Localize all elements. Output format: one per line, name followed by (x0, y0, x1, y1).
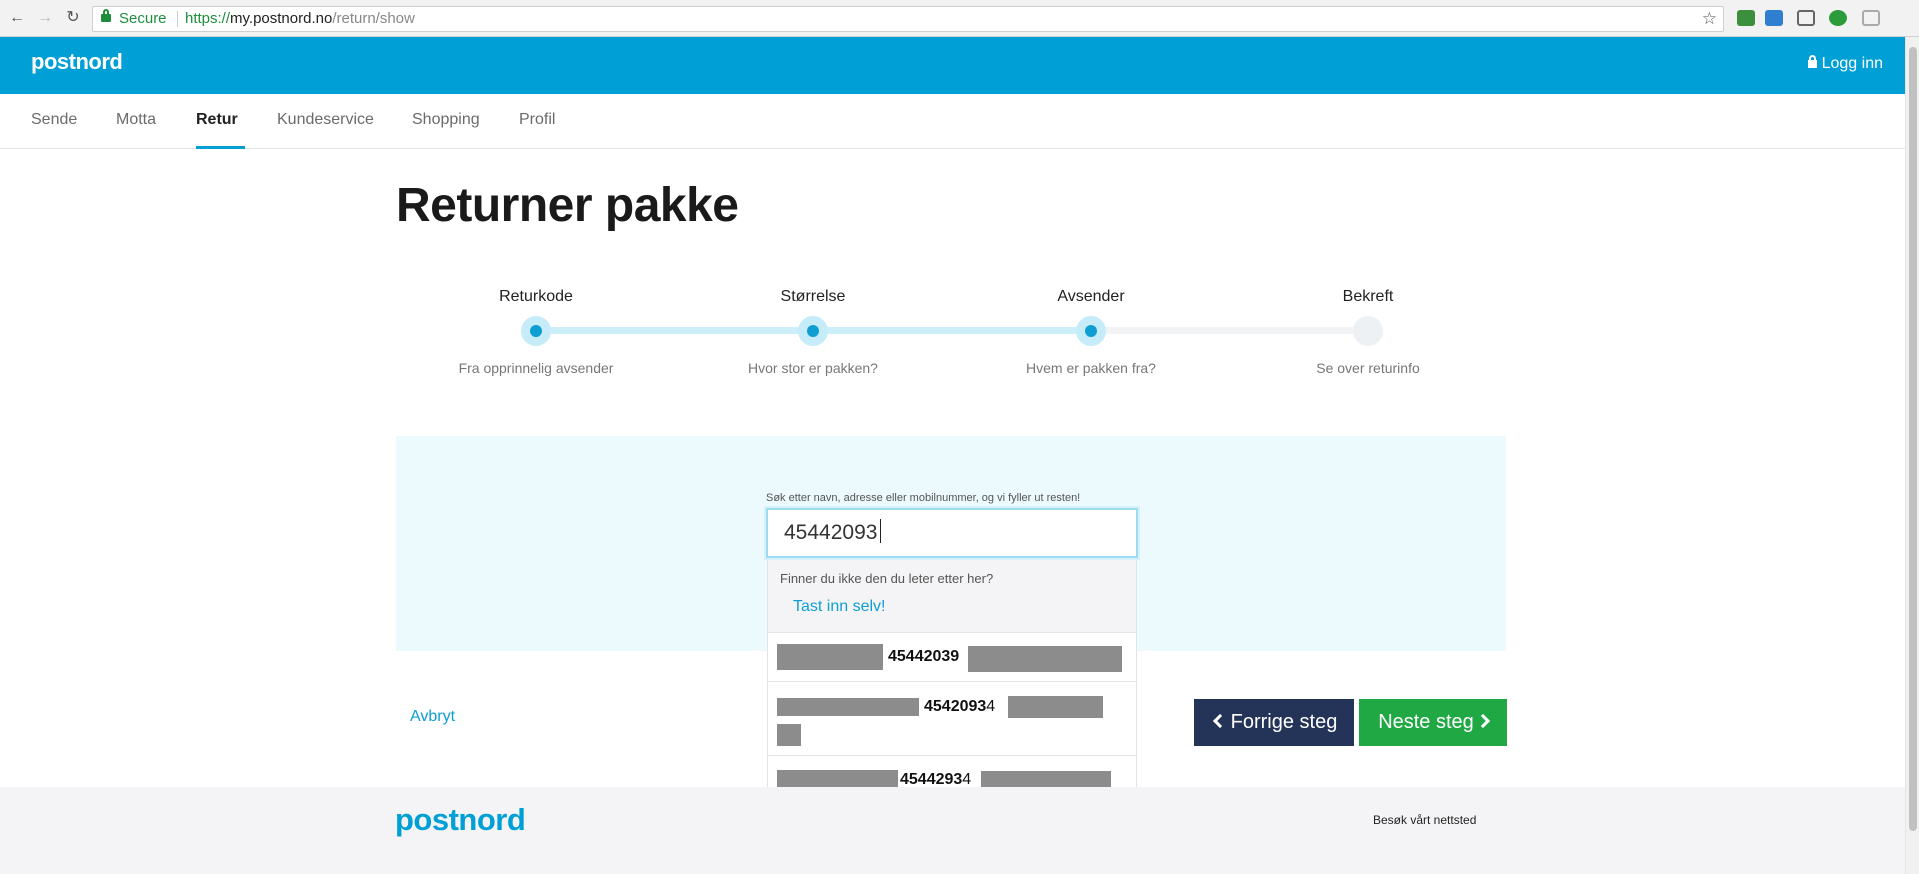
previous-step-button[interactable]: Forrige steg (1194, 699, 1354, 746)
active-tab-indicator (196, 146, 245, 149)
nav-item-shopping[interactable]: Shopping (412, 111, 480, 129)
back-icon[interactable]: ← (7, 8, 27, 28)
page-scrollbar[interactable] (1905, 37, 1919, 874)
cancel-link[interactable]: Avbryt (410, 708, 455, 726)
extension-green-icon[interactable] (1829, 10, 1847, 26)
site-header: postnord Logg inn (0, 37, 1905, 94)
bookmark-star-icon[interactable]: ☆ (1702, 7, 1717, 31)
step-storrelse-dot (798, 316, 828, 346)
forward-icon[interactable]: → (35, 8, 55, 28)
omnibox-divider (177, 11, 178, 27)
cast-icon[interactable] (1797, 10, 1815, 26)
visit-website-link[interactable]: Besøk vårt nettsted (1373, 813, 1476, 827)
next-step-button[interactable]: Neste steg (1359, 699, 1507, 746)
step-returkode-sub: Fra opprinnelig avsender (458, 360, 614, 376)
suggestion-item[interactable]: 45420934 (768, 682, 1136, 756)
step-bekreft-dot (1353, 316, 1383, 346)
stepper-track-remaining (1091, 327, 1368, 334)
suggestion-number: 45420934 (924, 698, 996, 715)
suggestions-header: Finner du ikke den du leter etter her? T… (768, 560, 1136, 633)
sender-search-input[interactable] (766, 508, 1138, 558)
step-returkode-dot (521, 316, 551, 346)
previous-step-label: Forrige steg (1230, 711, 1338, 733)
next-step-label: Neste steg (1378, 711, 1474, 733)
step-avsender-dot (1076, 316, 1106, 346)
scrollbar-thumb[interactable] (1909, 47, 1917, 831)
redacted-block (777, 724, 801, 746)
url-text: https://my.postnord.no/return/show (185, 10, 415, 27)
step-avsender-sub: Hvem er pakken fra? (1026, 360, 1156, 376)
extension-mail-icon[interactable] (1765, 10, 1783, 26)
step-bekreft-sub: Se over returinfo (1316, 360, 1420, 376)
suggestion-item[interactable]: 45442039 (768, 633, 1136, 682)
redacted-block (777, 644, 883, 670)
secure-label: Secure (119, 10, 167, 27)
step-avsender-label: Avsender (1057, 288, 1125, 305)
address-bar[interactable]: Secure https://my.postnord.no/return/sho… (92, 6, 1724, 32)
main-navigation: Sende Motta Retur Kundeservice Shopping … (0, 94, 1905, 149)
redacted-block (777, 698, 919, 716)
nav-item-sende[interactable]: Sende (31, 111, 77, 129)
footer-postnord-logo[interactable]: postnord (395, 802, 526, 838)
nav-item-kundeservice[interactable]: Kundeservice (277, 111, 374, 129)
extension-leaf-icon[interactable] (1737, 10, 1755, 26)
text-cursor (880, 519, 881, 543)
not-found-question: Finner du ikke den du leter etter her? (780, 571, 994, 586)
redacted-block (1008, 696, 1103, 718)
login-label: Logg inn (1821, 55, 1883, 72)
redacted-block (968, 646, 1122, 672)
extension-grid-icon[interactable] (1862, 10, 1880, 26)
page-title: Returner pakke (396, 179, 739, 232)
nav-item-profil[interactable]: Profil (519, 111, 555, 129)
lock-icon (1807, 55, 1817, 68)
manual-entry-link[interactable]: Tast inn selv! (793, 598, 885, 616)
postnord-logo[interactable]: postnord (31, 49, 123, 75)
suggestion-number: 45442039 (888, 648, 960, 665)
reload-icon[interactable]: ↻ (63, 8, 83, 28)
chevron-left-icon (1212, 714, 1227, 729)
browser-toolbar: ← → ↻ Secure https://my.postnord.no/retu… (0, 0, 1919, 37)
login-link[interactable]: Logg inn (1807, 55, 1883, 73)
step-returkode-label: Returkode (499, 288, 573, 305)
chevron-right-icon (1475, 714, 1490, 729)
search-hint: Søk etter navn, adresse eller mobilnumme… (766, 492, 1081, 504)
nav-item-retur[interactable]: Retur (196, 111, 238, 129)
step-bekreft-label: Bekreft (1342, 288, 1394, 305)
step-storrelse-sub: Hvor stor er pakken? (748, 360, 878, 376)
site-footer (0, 787, 1905, 874)
step-storrelse-label: Størrelse (780, 288, 846, 305)
lock-icon (101, 9, 111, 22)
nav-item-motta[interactable]: Motta (116, 111, 156, 129)
